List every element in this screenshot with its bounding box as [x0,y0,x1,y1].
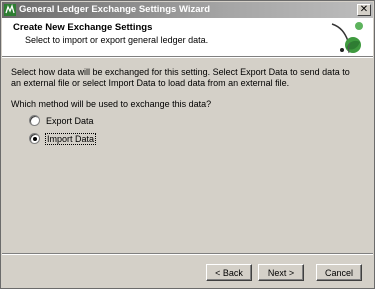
wizard-logo-icon [331,22,363,54]
footer-separator [2,253,373,255]
next-button[interactable]: Next > [258,264,304,281]
close-icon: ✕ [359,4,369,15]
back-button[interactable]: < Back [206,264,252,281]
page-subtitle: Select to import or export general ledge… [25,35,209,45]
export-data-radio[interactable] [29,115,40,126]
description-text: Select how data will be exchanged for th… [11,67,350,88]
page-title: Create New Exchange Settings [13,22,153,33]
title-bar[interactable]: General Ledger Exchange Settings Wizard … [2,2,373,18]
import-data-option[interactable]: Import Data [29,132,97,145]
cancel-button[interactable]: Cancel [316,264,362,281]
import-data-radio[interactable] [29,133,40,144]
close-button[interactable]: ✕ [357,4,371,16]
export-data-label[interactable]: Export Data [46,116,94,126]
header-separator [2,56,373,58]
window-title: General Ledger Exchange Settings Wizard [19,4,211,15]
ledger-wizard-icon [4,4,16,16]
wizard-window: General Ledger Exchange Settings Wizard … [0,0,375,289]
import-data-label[interactable]: Import Data [44,132,97,145]
wizard-header: Create New Exchange Settings Select to i… [2,18,373,56]
export-data-option[interactable]: Export Data [29,114,94,127]
question-text: Which method will be used to exchange th… [11,99,212,109]
